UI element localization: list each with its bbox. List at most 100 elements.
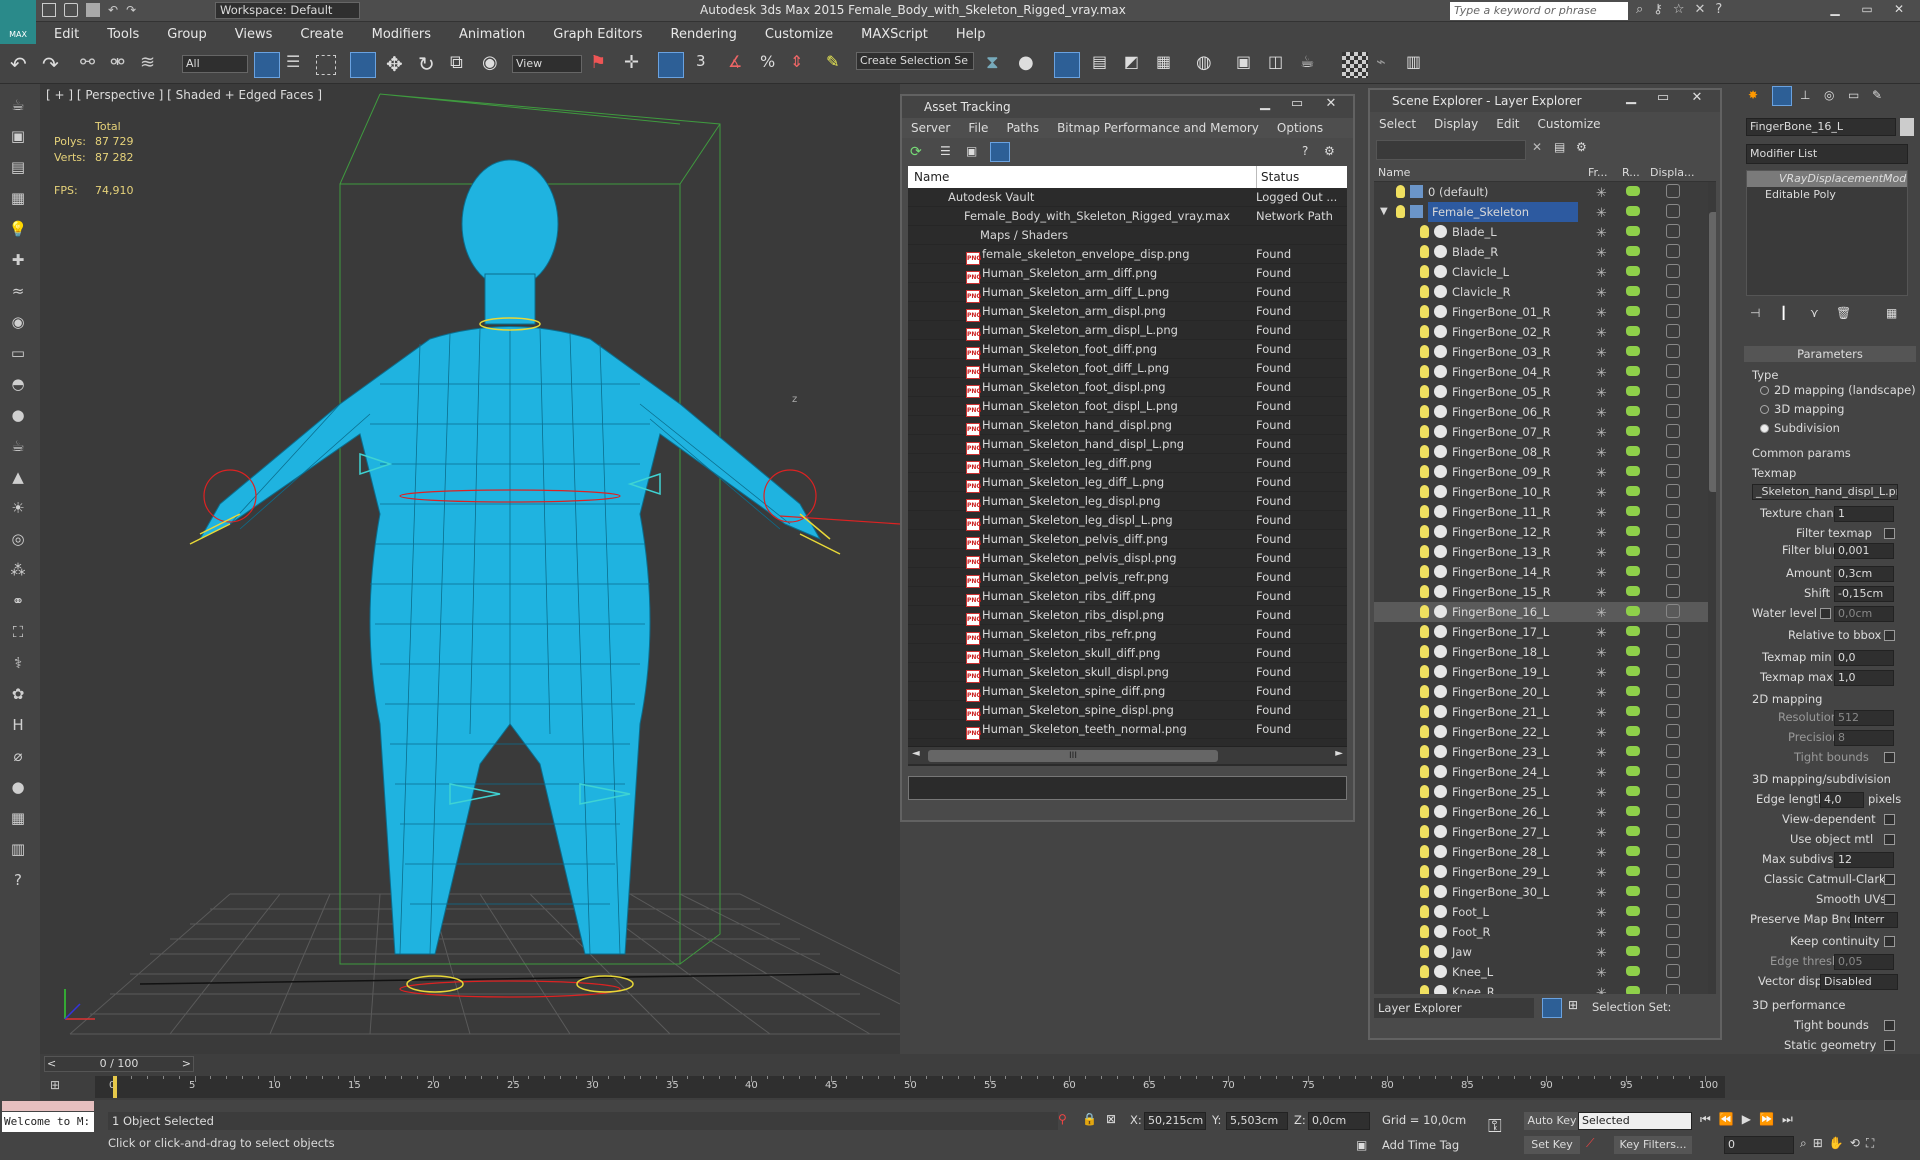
object-visibility-icon[interactable] [1420,825,1429,838]
object-row[interactable]: FingerBone_17_L ✳ [1374,622,1716,642]
render-teapot-icon[interactable] [1626,606,1640,616]
render-teapot-icon[interactable] [1626,946,1640,956]
render-teapot-icon[interactable] [1626,686,1640,696]
freeze-icon[interactable]: ✳ [1596,284,1607,304]
freeze-icon[interactable]: ✳ [1596,524,1607,544]
perspective-viewport[interactable]: [ + ] [ Perspective ] [ Shaded + Edged F… [40,84,900,1054]
render-teapot-icon[interactable] [1626,706,1640,716]
object-visibility-icon[interactable] [1420,445,1429,458]
render-production-icon[interactable]: ☕ [1300,52,1326,78]
object-hierarchy-icon[interactable]: ⊞ [1568,998,1578,1012]
col-name[interactable]: Name [914,166,949,188]
display-icon[interactable] [1666,244,1680,258]
object-visibility-icon[interactable] [1420,345,1429,358]
save-file-icon[interactable] [86,3,100,17]
asset-file-row[interactable]: PNGHuman_Skeleton_pelvis_displ.png Found [908,549,1347,569]
se-menu-select[interactable]: Select [1379,117,1416,131]
object-row[interactable]: Clavicle_R ✳ [1374,282,1716,302]
motion-tab-icon[interactable]: ◎ [1824,88,1834,102]
object-visibility-icon[interactable] [1420,525,1429,538]
object-row[interactable]: FingerBone_24_L ✳ [1374,762,1716,782]
water-level-checkbox[interactable] [1820,608,1831,619]
new-file-icon[interactable] [42,3,56,17]
freeze-icon[interactable]: ✳ [1596,724,1607,744]
next-frame-icon[interactable]: ⏩ [1759,1112,1774,1132]
asset-file-row[interactable]: PNGHuman_Skeleton_ribs_diff.png Found [908,587,1347,607]
scene-explorer-titlebar[interactable]: Scene Explorer - Layer Explorer ▁ ▭ ✕ [1370,90,1720,112]
object-visibility-icon[interactable] [1420,485,1429,498]
freeze-icon[interactable]: ✳ [1596,944,1607,964]
utilities-tab-icon[interactable]: ✎ [1872,88,1882,102]
freeze-icon[interactable]: ✳ [1596,344,1607,364]
render-teapot-icon[interactable] [1626,786,1640,796]
asset-file-row[interactable]: PNGHuman_Skeleton_pelvis_refr.png Found [908,568,1347,588]
object-row[interactable]: FingerBone_06_R ✳ [1374,402,1716,422]
asset-hscrollbar[interactable]: ◄ III ► [908,746,1347,764]
render-teapot-icon[interactable] [1626,386,1640,396]
list-view-icon[interactable]: ☰ [940,144,951,158]
keep-continuity-checkbox[interactable] [1884,936,1895,947]
display-icon[interactable] [1666,684,1680,698]
render-teapot-icon[interactable] [1626,766,1640,776]
layer-row[interactable]: ▼ Female_Skeleton ✳ [1374,202,1716,222]
render-teapot-icon[interactable] [1626,806,1640,816]
render-teapot-icon[interactable] [1626,186,1640,196]
object-row[interactable]: FingerBone_29_L ✳ [1374,862,1716,882]
asset-file-row[interactable]: PNGHuman_Skeleton_foot_diff.png Found [908,340,1347,360]
time-tag-icon[interactable]: ▣ [1356,1138,1367,1152]
time-slider-left-icon[interactable]: < [47,1057,56,1071]
object-visibility-icon[interactable] [1420,365,1429,378]
toolbar-grid-icon[interactable]: ▥ [1406,52,1432,78]
asset-file-row[interactable]: PNGHuman_Skeleton_teeth_normal.png Found [908,720,1347,740]
parameters-rollout-header[interactable]: Parameters [1744,346,1916,362]
display-icon[interactable] [1666,584,1680,598]
asset-settings-icon[interactable]: ⚙ [1324,144,1335,158]
object-visibility-icon[interactable] [1420,845,1429,858]
object-row[interactable]: FingerBone_25_L ✳ [1374,782,1716,802]
asset-file-row[interactable]: PNGHuman_Skeleton_leg_diff.png Found [908,454,1347,474]
display-icon[interactable] [1666,624,1680,638]
configure-sets-icon[interactable]: ▦ [1886,306,1897,320]
object-visibility-icon[interactable] [1420,305,1429,318]
object-name-field[interactable]: FingerBone_16_L [1746,118,1896,136]
object-row[interactable]: FingerBone_02_R ✳ [1374,322,1716,342]
z-coord-field[interactable]: 0,0cm [1308,1112,1370,1130]
display-icon[interactable] [1666,484,1680,498]
display-icon[interactable] [1666,564,1680,578]
layer-visibility-icon[interactable] [1396,205,1405,218]
render-teapot-icon[interactable] [1626,566,1640,576]
vray-frame-buffer-icon[interactable] [1342,52,1368,78]
render-teapot-icon[interactable] [1626,926,1640,936]
object-visibility-icon[interactable] [1420,765,1429,778]
cone-icon[interactable]: ▲ [6,468,30,490]
object-visibility-icon[interactable] [1420,425,1429,438]
maximize-button[interactable]: ▭ [1852,2,1882,16]
at-menu-options[interactable]: Options [1277,121,1323,135]
asset-file-row[interactable]: PNGHuman_Skeleton_foot_diff_L.png Found [908,359,1347,379]
texmap-max-spinner[interactable]: 1,0 [1834,670,1894,686]
relative-bbox-checkbox[interactable] [1884,630,1895,641]
object-visibility-icon[interactable] [1420,605,1429,618]
shift-spinner[interactable]: -0,15cm [1834,586,1894,602]
table-view-icon[interactable] [990,142,1010,162]
display-icon[interactable] [1666,804,1680,818]
spacewarp-icon[interactable]: ≈ [6,282,30,304]
selection-filter-dropdown[interactable]: All [182,55,248,73]
reference-coord-dropdown[interactable]: View [512,55,582,73]
lightbulb-icon[interactable]: 💡 [6,220,30,242]
time-slider[interactable]: < 0 / 100 > [44,1056,194,1072]
display-icon[interactable] [1666,704,1680,718]
display-icon[interactable] [1666,184,1680,198]
clear-search-icon[interactable]: ✕ [1532,140,1542,154]
render-teapot-icon[interactable] [1626,506,1640,516]
asset-file-row[interactable]: PNGHuman_Skeleton_spine_diff.png Found [908,682,1347,702]
scene-canvas[interactable]: z [40,84,900,1054]
display-icon[interactable] [1666,364,1680,378]
at-menu-server[interactable]: Server [911,121,950,135]
freeze-icon[interactable]: ✳ [1596,964,1607,984]
render-teapot-icon[interactable] [1626,986,1640,994]
display-icon[interactable] [1666,644,1680,658]
exchange-icon[interactable]: ✕ [1694,2,1705,20]
snail-icon[interactable]: ⌀ [6,747,30,769]
se-menu-edit[interactable]: Edit [1496,117,1519,131]
